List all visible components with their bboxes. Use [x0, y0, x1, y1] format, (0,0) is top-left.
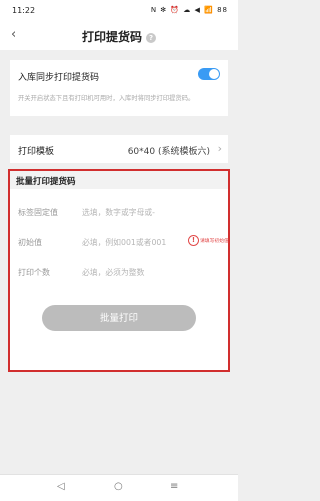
sync-print-description: 开关开启状态下且有打印机可用时，入库时将同步打印提货码。 — [18, 95, 195, 102]
toggle-knob — [209, 69, 219, 79]
batch-print-title: 批量打印提货码 — [16, 177, 76, 187]
chevron-right-icon: › — [217, 142, 222, 155]
help-icon[interactable]: ? — [146, 32, 156, 43]
sync-print-toggle[interactable] — [198, 68, 220, 80]
print-count-input[interactable] — [82, 264, 192, 280]
batch-print-header: 批量打印提货码 — [10, 171, 228, 189]
warning-icon: ! — [188, 235, 199, 246]
batch-print-section: 批量打印提货码 标签固定值 初始值 ! 请填写初始值 打印个数 批量打印 — [8, 169, 230, 372]
print-template-label: 打印模板 — [18, 147, 55, 157]
sync-print-card: 入库同步打印提货码 开关开启状态下且有打印机可用时，入库时将同步打印提货码。 — [10, 60, 228, 116]
print-template-row[interactable]: 打印模板 60*40 (系统模板六) › — [10, 135, 228, 163]
title-bar: ‹ 打印提货码? — [0, 20, 238, 50]
label-fixed-value-label: 标签固定值 — [18, 208, 58, 217]
label-fixed-value-field: 标签固定值 — [10, 203, 228, 223]
page-title: 打印提货码? — [0, 28, 238, 45]
status-time: 11:22 — [12, 6, 36, 15]
nav-menu-icon[interactable]: ≡ — [170, 481, 178, 492]
initial-value-input[interactable] — [82, 234, 192, 250]
label-fixed-value-input[interactable] — [82, 204, 192, 220]
system-nav-bar: ◁ ○ ≡ — [0, 474, 238, 501]
print-count-label: 打印个数 — [18, 268, 50, 277]
status-indicators: N ✻ ⏰ ☁ ◀ 📶 88 — [150, 6, 228, 14]
batch-print-button[interactable]: 批量打印 — [42, 305, 196, 331]
initial-value-warning: 请填写初始值 — [200, 239, 229, 244]
nav-home-icon[interactable]: ○ — [114, 481, 123, 492]
initial-value-label: 初始值 — [18, 238, 42, 247]
print-count-field: 打印个数 — [10, 263, 228, 283]
print-template-value: 60*40 (系统模板六) — [127, 147, 210, 157]
initial-value-field: 初始值 ! 请填写初始值 — [10, 233, 229, 253]
sync-print-label: 入库同步打印提货码 — [18, 73, 100, 83]
page-title-text: 打印提货码 — [81, 30, 142, 44]
status-bar: 11:22 N ✻ ⏰ ☁ ◀ 📶 88 — [0, 0, 238, 20]
nav-back-icon[interactable]: ◁ — [57, 481, 65, 492]
